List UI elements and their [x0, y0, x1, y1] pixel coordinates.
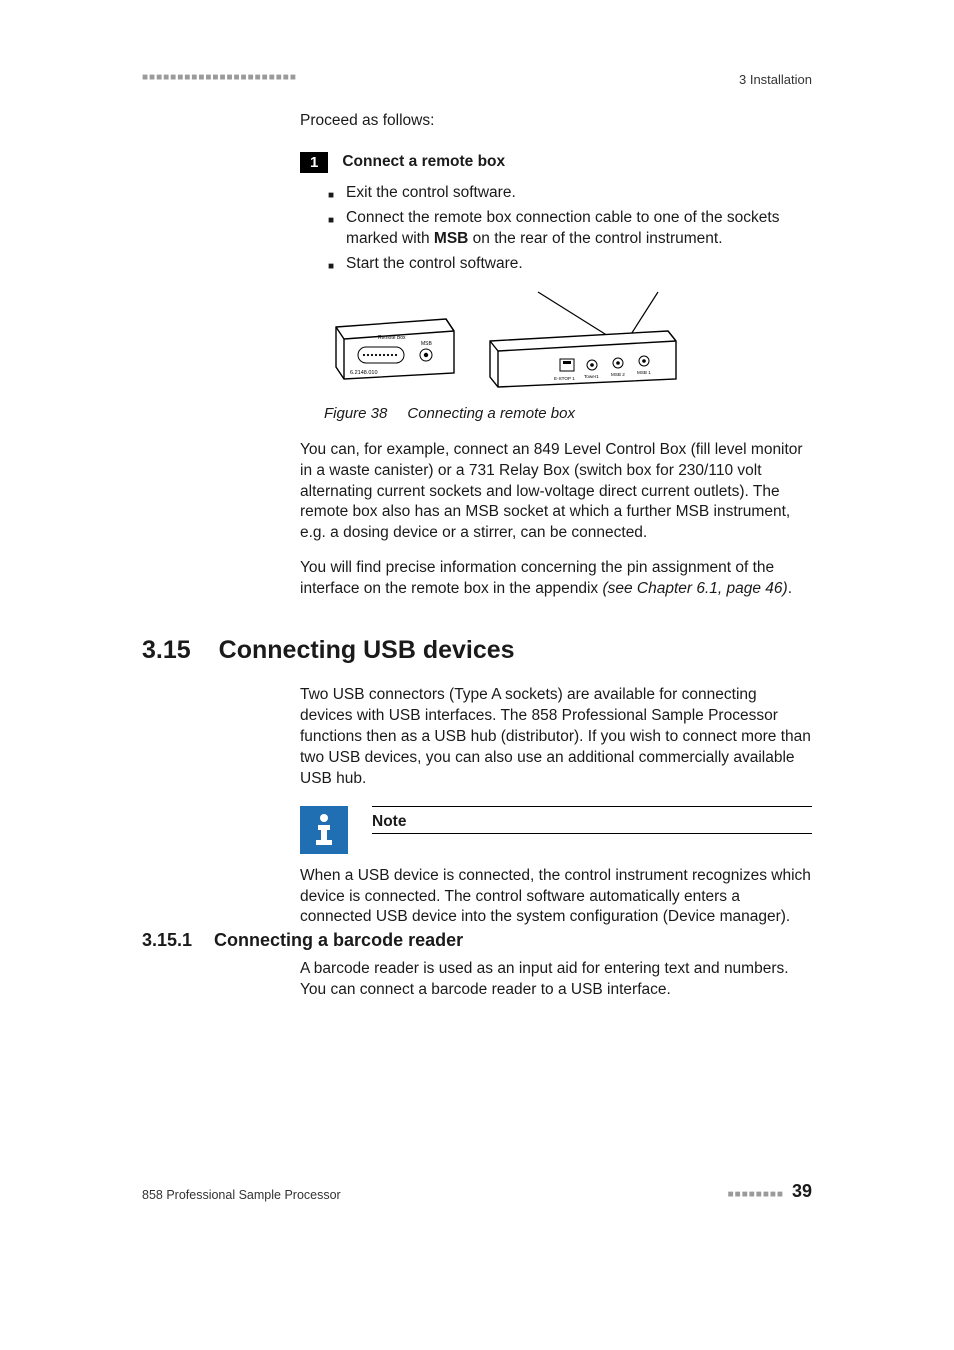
- subsection-number: 3.15.1: [142, 930, 192, 951]
- figure-number: Figure 38: [324, 405, 387, 422]
- fig-label: 6.2148.010: [350, 370, 378, 376]
- section-number: 3.15: [142, 636, 191, 665]
- footer-decoration: ■■■■■■■■: [728, 1189, 784, 1200]
- footer-title: 858 Professional Sample Processor: [142, 1188, 341, 1202]
- page-number: 39: [792, 1181, 812, 1202]
- intro-text: Proceed as follows:: [300, 112, 812, 130]
- section-heading: 3.15 Connecting USB devices: [142, 636, 812, 665]
- fig-label: E-STOP 1: [554, 376, 575, 381]
- section-3-15: 3.15 Connecting USB devices Two USB conn…: [142, 636, 812, 942]
- note-rule: [372, 833, 812, 834]
- paragraph-1: You can, for example, connect an 849 Lev…: [300, 440, 812, 545]
- step-bullets: ■ Exit the control software. ■ Connect t…: [328, 183, 812, 275]
- bullet-3: ■ Start the control software.: [328, 254, 812, 275]
- step-number-badge: 1: [300, 152, 328, 173]
- paragraph-2: You will find precise information concer…: [300, 558, 812, 600]
- fig-label: Tower1: [584, 374, 599, 379]
- subsection-heading: 3.15.1 Connecting a barcode reader: [142, 930, 812, 951]
- bullet-icon: ■: [328, 260, 334, 274]
- header-decoration: ■■■■■■■■■■■■■■■■■■■■■■: [142, 72, 297, 83]
- bullet-text-part: on the rear of the control instrument.: [468, 230, 722, 247]
- note-body: When a USB device is connected, the cont…: [300, 866, 812, 929]
- note-title: Note: [372, 811, 812, 833]
- figure-caption: Figure 38 Connecting a remote box: [324, 405, 812, 422]
- fig-label: MSB 1: [637, 370, 651, 375]
- fig-label: Remote Box: [378, 335, 406, 341]
- note-rule: [372, 806, 812, 807]
- fig-label: MSB: [421, 341, 433, 347]
- control-instrument-icon: E-STOP 1 Tower1 MSB 2 MSB 1: [488, 287, 678, 397]
- section-title: Connecting USB devices: [219, 636, 515, 665]
- bullet-text: Start the control software.: [346, 254, 523, 275]
- header-chapter: 3 Installation: [739, 72, 812, 87]
- bullet-2: ■ Connect the remote box connection cabl…: [328, 208, 812, 250]
- bullet-icon: ■: [328, 189, 334, 203]
- remote-box-icon: Remote Box MSB 6.2148.010: [328, 307, 458, 397]
- subsection-3-15-1: 3.15.1 Connecting a barcode reader A bar…: [142, 930, 812, 1015]
- page-footer: 858 Professional Sample Processor ■■■■■■…: [142, 1181, 812, 1202]
- step-1: 1 Connect a remote box: [300, 152, 812, 173]
- bullet-1: ■ Exit the control software.: [328, 183, 812, 204]
- step-title: Connect a remote box: [342, 152, 505, 171]
- bullet-text: Exit the control software.: [346, 183, 516, 204]
- bullet-text: Connect the remote box connection cable …: [346, 208, 812, 250]
- subsection-title: Connecting a barcode reader: [214, 930, 463, 951]
- bullet-text-bold: MSB: [434, 230, 468, 247]
- subsection-paragraph: A barcode reader is used as an input aid…: [300, 959, 812, 1001]
- figure-38: Remote Box MSB 6.2148.010 E-STOP 1 Tower…: [328, 287, 812, 397]
- cross-reference: (see Chapter 6.1, page 46): [602, 580, 787, 597]
- info-icon: [300, 806, 348, 854]
- figure-caption-text: Connecting a remote box: [407, 405, 575, 422]
- para-part: .: [788, 580, 792, 597]
- main-body: Proceed as follows: 1 Connect a remote b…: [300, 112, 812, 614]
- bullet-icon: ■: [328, 214, 334, 228]
- section-paragraph: Two USB connectors (Type A sockets) are …: [300, 685, 812, 790]
- fig-label: MSB 2: [611, 372, 625, 377]
- note-block: Note: [300, 806, 812, 854]
